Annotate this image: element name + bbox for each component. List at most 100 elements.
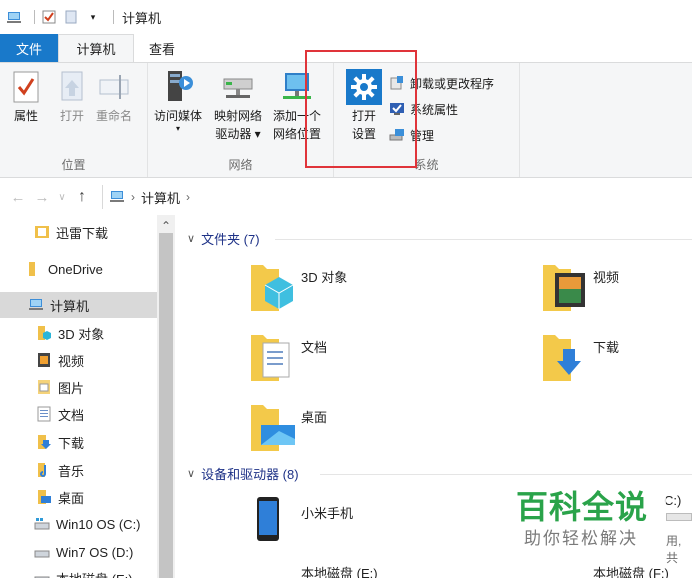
scroll-up-icon[interactable]: ⌃	[157, 219, 175, 233]
open-settings-label-1: 打开	[351, 109, 376, 123]
device-drive-e[interactable]: 本地磁盘 (E:)	[301, 555, 378, 578]
up-arrow-icon[interactable]: ↑	[70, 188, 94, 206]
chevron-down-icon: ▾	[176, 124, 181, 133]
nav-item-computer[interactable]: 计算机	[28, 292, 89, 318]
downloads-folder-icon	[541, 329, 593, 385]
computer-icon	[109, 190, 125, 204]
nav-item-videos[interactable]: 视频	[36, 347, 84, 373]
nav-item-drive-d[interactable]: Win7 OS (D:)	[34, 539, 133, 565]
section-divider	[320, 474, 692, 475]
phone-icon	[255, 495, 301, 551]
chevron-right-icon: ›	[131, 190, 135, 204]
manage-icon	[388, 126, 406, 144]
recent-chevron-icon[interactable]: ∨	[54, 192, 70, 203]
back-arrow-icon[interactable]: ←	[6, 189, 30, 206]
documents-icon	[36, 406, 52, 422]
disk-drive-icon	[34, 570, 50, 578]
computer-icon[interactable]	[6, 9, 22, 25]
video-icon	[36, 352, 52, 368]
folders-section-header[interactable]: ∨ 文件夹 (7)	[187, 229, 260, 248]
group-network: 访问媒体 ▾ 映射网络 驱动器 ▾ 添加一个 网络位置 网络	[148, 63, 334, 177]
scroll-thumb[interactable]	[159, 233, 173, 578]
properties-button[interactable]: 属性	[8, 69, 44, 125]
nav-item-documents[interactable]: 文档	[36, 401, 84, 427]
uninstall-icon	[388, 74, 406, 92]
disk-drive-icon	[34, 544, 50, 560]
nav-item-drive-e[interactable]: 本地磁盘 (E:)	[34, 565, 133, 578]
nav-item-drive-c[interactable]: Win10 OS (C:)	[34, 511, 141, 537]
access-media-button[interactable]: 访问媒体 ▾	[154, 69, 202, 133]
window-title: 计算机	[122, 10, 162, 26]
map-network-drive-button[interactable]: 映射网络 驱动器 ▾	[214, 69, 262, 143]
tab-computer[interactable]: 计算机	[58, 34, 134, 62]
nav-item-3d-objects[interactable]: 3D 对象	[36, 320, 104, 346]
checkbox-properties-icon[interactable]	[41, 9, 57, 25]
desktop-icon	[36, 489, 52, 505]
nav-item-music[interactable]: 音乐	[36, 457, 84, 483]
chevron-down-icon[interactable]: ▾	[85, 9, 101, 25]
folder-3d-objects[interactable]: 3D 对象	[249, 259, 347, 315]
folder-documents[interactable]: 文档	[249, 329, 327, 385]
tab-view[interactable]: 查看	[134, 34, 190, 62]
rename-button[interactable]: 重命名	[96, 69, 132, 125]
onedrive-folder-icon	[26, 261, 42, 277]
folder-desktop[interactable]: 桌面	[249, 399, 327, 455]
devices-section-header[interactable]: ∨ 设备和驱动器 (8)	[187, 464, 299, 483]
open-label: 打开	[59, 109, 84, 123]
manage-label: 管理	[410, 128, 435, 143]
network-drive-icon	[220, 69, 256, 105]
group-network-label: 网络	[228, 158, 253, 172]
download-icon	[36, 434, 52, 450]
uninstall-program-button[interactable]: 卸载或更改程序	[388, 73, 494, 93]
nav-item-pictures[interactable]: 图片	[36, 374, 84, 400]
group-location: 属性 打开 重命名 位置	[0, 63, 148, 177]
map-network-drive-label-2: 驱动器 ▾	[215, 127, 261, 141]
nav-item-desktop[interactable]: 桌面	[36, 484, 84, 510]
manage-button[interactable]: 管理	[388, 125, 434, 145]
ribbon: 属性 打开 重命名 位置 访问媒体 ▾ 映射网络 驱动器 ▾ 添加一个 网络位置…	[0, 62, 692, 178]
rename-icon	[96, 69, 132, 105]
title-separator	[113, 10, 114, 24]
windows-drive-icon	[34, 516, 50, 532]
tab-file[interactable]: 文件	[0, 34, 58, 62]
gear-icon	[346, 69, 382, 105]
group-location-label: 位置	[61, 158, 86, 172]
new-folder-icon[interactable]	[63, 9, 79, 25]
title-separator	[34, 10, 35, 24]
navigation-pane: 迅雷下载 OneDrive 计算机 3D 对象 视频 图片 文档 下载 音乐 桌…	[0, 215, 175, 578]
nav-item-xunlei[interactable]: 迅雷下载	[34, 219, 108, 245]
system-properties-label: 系统属性	[410, 102, 459, 117]
add-network-location-label-2: 网络位置	[273, 127, 322, 141]
computer-icon	[28, 297, 44, 313]
chevron-down-icon: ∨	[187, 233, 196, 245]
watermark-title: 百科全说	[516, 488, 649, 526]
3d-objects-icon	[36, 325, 52, 341]
open-settings-label-2: 设置	[351, 127, 376, 141]
forward-arrow-icon[interactable]: →	[30, 189, 54, 206]
folder-downloads[interactable]: 下载	[541, 329, 619, 385]
open-settings-button[interactable]: 打开 设置	[346, 69, 382, 143]
desktop-folder-icon	[249, 399, 301, 455]
breadcrumb[interactable]: › 计算机 ›	[102, 185, 196, 209]
rename-label: 重命名	[96, 109, 133, 123]
open-icon	[54, 69, 90, 105]
nav-item-downloads[interactable]: 下载	[36, 429, 84, 455]
watermark: 百科全说 助你轻松解决	[490, 478, 690, 578]
breadcrumb-computer[interactable]: 计算机	[141, 188, 180, 207]
nav-item-onedrive[interactable]: OneDrive	[26, 256, 103, 282]
access-media-label: 访问媒体	[154, 109, 203, 123]
title-bar: ▾ 计算机	[0, 0, 692, 34]
address-bar: ← → ∨ ↑ › 计算机 ›	[0, 179, 692, 215]
properties-label: 属性	[13, 109, 38, 123]
device-xiaomi-phone[interactable]: 小米手机	[255, 495, 353, 551]
uninstall-label: 卸载或更改程序	[410, 76, 495, 91]
system-properties-button[interactable]: 系统属性	[388, 99, 458, 119]
xunlei-folder-icon	[34, 224, 50, 240]
chevron-right-icon[interactable]: ›	[186, 190, 190, 204]
documents-folder-icon	[249, 329, 301, 385]
folder-videos[interactable]: 视频	[541, 259, 619, 315]
add-network-location-button[interactable]: 添加一个 网络位置	[273, 69, 321, 143]
media-server-icon	[160, 69, 196, 105]
nav-scrollbar[interactable]: ⌃	[157, 215, 175, 578]
open-button[interactable]: 打开	[54, 69, 90, 125]
